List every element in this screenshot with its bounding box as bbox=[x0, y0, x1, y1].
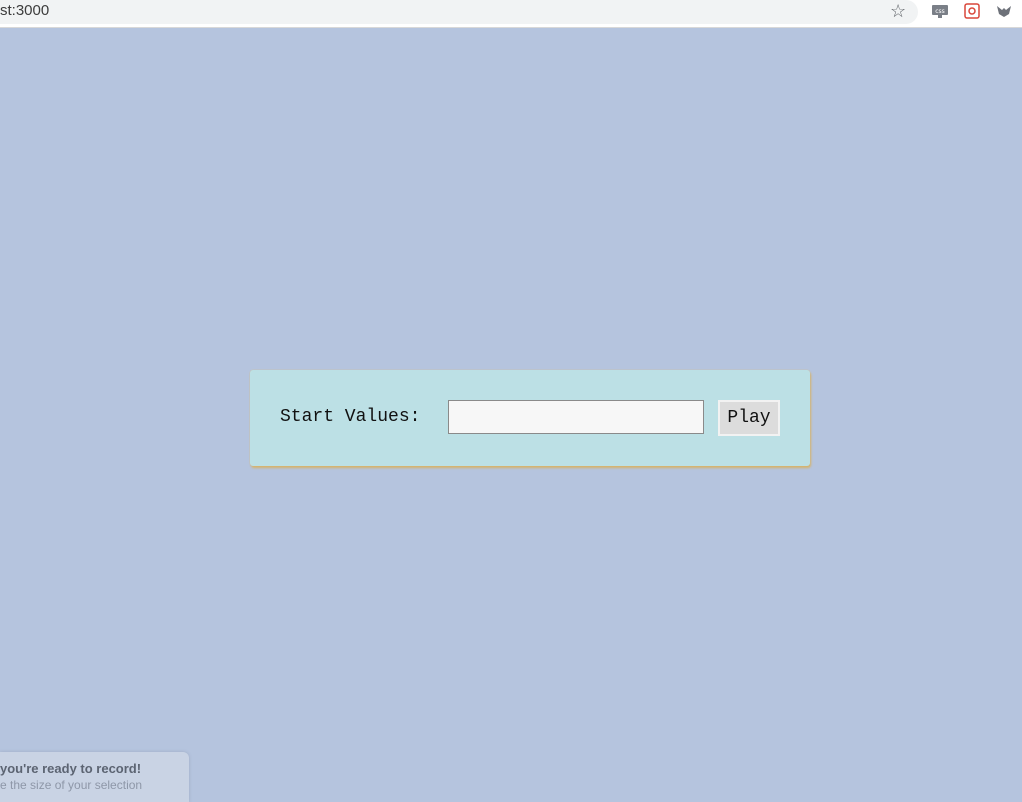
start-values-label: Start Values: bbox=[280, 407, 421, 427]
start-values-input[interactable] bbox=[448, 400, 704, 434]
svg-text:css: css bbox=[935, 8, 945, 15]
toast-title: you're ready to record! bbox=[0, 761, 142, 776]
browser-toolbar: st:3000 ☆ css bbox=[0, 0, 1022, 28]
css-extension-icon[interactable]: css bbox=[931, 3, 949, 19]
start-values-panel: Start Values: Play bbox=[250, 370, 810, 466]
toast-subtitle: e the size of your selection bbox=[0, 778, 143, 792]
star-icon[interactable]: ☆ bbox=[890, 0, 906, 22]
fox-extension-icon[interactable] bbox=[995, 3, 1013, 19]
record-toast: you're ready to record! e the size of yo… bbox=[0, 752, 189, 802]
red-extension-icon[interactable] bbox=[963, 3, 981, 19]
url-text: st:3000 bbox=[0, 2, 50, 19]
play-button[interactable]: Play bbox=[718, 400, 780, 436]
address-bar[interactable]: st:3000 bbox=[0, 0, 918, 24]
